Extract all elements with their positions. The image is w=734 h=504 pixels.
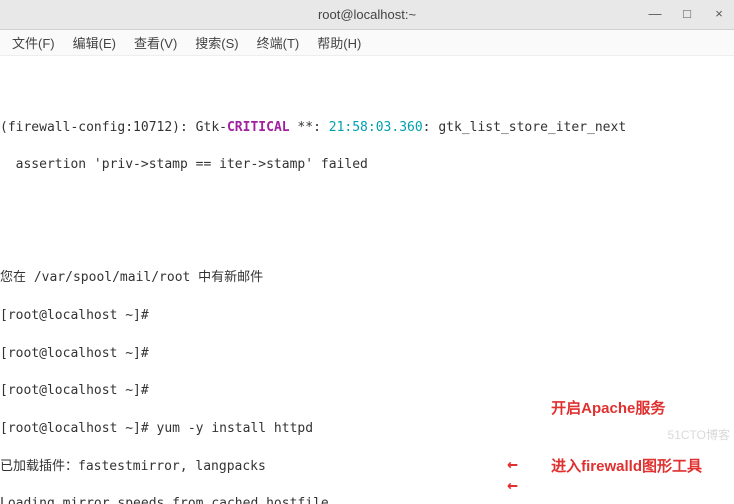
critical-label: CRITICAL (227, 120, 290, 135)
timestamp: 21:58:03.360 (329, 120, 423, 135)
watermark: 51CTO博客 (668, 427, 730, 444)
gtk-mid: **: (290, 120, 329, 135)
annotation-line2: 进入firewalld图形工具 (551, 457, 702, 477)
menu-help[interactable]: 帮助(H) (313, 31, 365, 54)
menu-terminal[interactable]: 终端(T) (253, 31, 304, 54)
window-title: root@localhost:~ (318, 7, 416, 22)
mail-notice: 您在 /var/spool/mail/root 中有新邮件 (0, 269, 726, 288)
menu-edit[interactable]: 编辑(E) (69, 31, 120, 54)
maximize-icon[interactable]: □ (678, 4, 696, 22)
close-icon[interactable]: × (710, 4, 728, 22)
gtk-prefix: (firewall-config:10712): Gtk- (0, 120, 227, 135)
menu-view[interactable]: 查看(V) (130, 31, 181, 54)
title-bar: root@localhost:~ — □ × (0, 0, 734, 30)
window-controls: — □ × (646, 4, 728, 22)
menu-file[interactable]: 文件(F) (8, 31, 59, 54)
minimize-icon[interactable]: — (646, 4, 664, 22)
menu-search[interactable]: 搜索(S) (191, 31, 242, 54)
assertion-line: assertion 'priv->stamp == iter->stamp' f… (0, 156, 726, 175)
loading-mirror: Loading mirror speeds from cached hostfi… (0, 495, 726, 504)
annotation-line1: 开启Apache服务 (551, 399, 702, 419)
prompt-line: [root@localhost ~]# (0, 307, 726, 326)
terminal-output[interactable]: (firewall-config:10712): Gtk-CRITICAL **… (0, 56, 734, 504)
gtk-after: : gtk_list_store_iter_next (423, 120, 627, 135)
arrow-icon: ← (507, 473, 518, 499)
menu-bar: 文件(F) 编辑(E) 查看(V) 搜索(S) 终端(T) 帮助(H) (0, 30, 734, 56)
